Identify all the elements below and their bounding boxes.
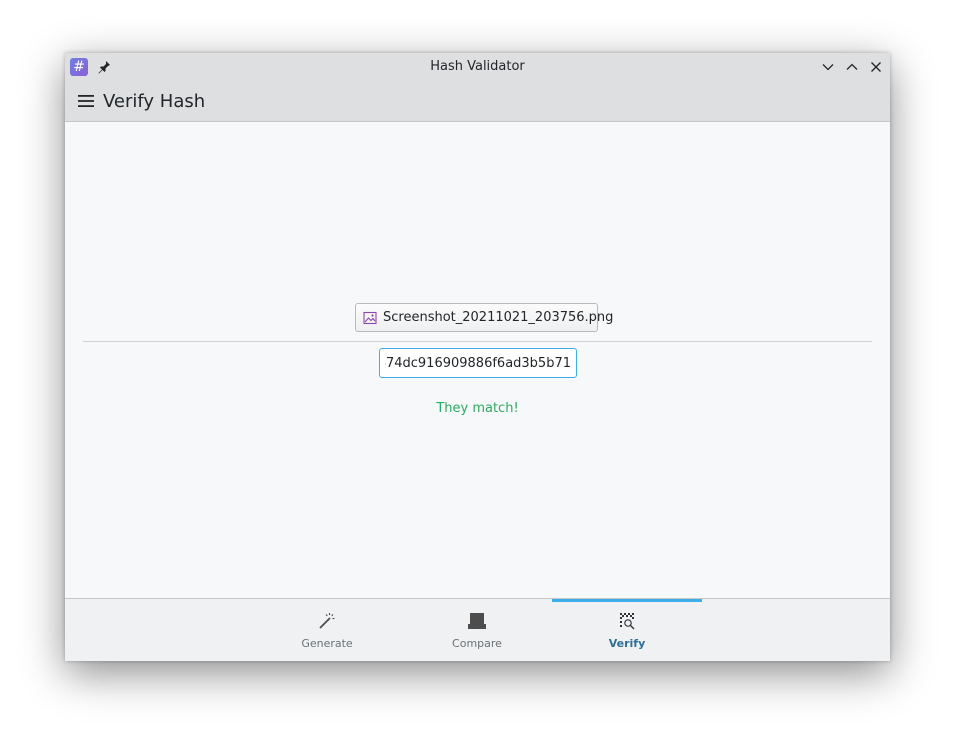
app-hash-icon[interactable]: # (70, 58, 88, 76)
select-file-button[interactable]: Screenshot_20211021_203756.png (355, 303, 613, 332)
tab-verify[interactable]: Verify (552, 599, 702, 661)
divider (83, 341, 872, 342)
maximize-icon[interactable] (844, 59, 860, 75)
match-status-text: They match! (436, 401, 519, 416)
tab-compare[interactable]: Compare (402, 599, 552, 661)
title-bar[interactable]: # Hash Validator (65, 53, 890, 81)
image-file-icon (363, 311, 377, 324)
tab-generate-label: Generate (301, 637, 353, 650)
app-window: # Hash Validator Verify Hash Screenshot_… (65, 53, 890, 661)
pin-icon[interactable] (96, 59, 112, 75)
wand-icon (319, 613, 335, 629)
tab-compare-label: Compare (452, 637, 502, 650)
close-icon[interactable] (868, 59, 884, 75)
verify-icon (620, 613, 635, 630)
page-header: Verify Hash (65, 81, 890, 122)
bottom-tab-bar: Generate Compare Verify (65, 598, 890, 661)
hamburger-menu-icon[interactable] (77, 94, 95, 108)
file-button-label: Screenshot_20211021_203756.png (383, 310, 614, 325)
tab-generate[interactable]: Generate (252, 599, 402, 661)
hash-input[interactable] (379, 348, 577, 378)
window-title: Hash Validator (430, 59, 525, 74)
page-title: Verify Hash (103, 91, 206, 112)
compare-icon (468, 613, 486, 629)
verify-content: Screenshot_20211021_203756.png They matc… (65, 122, 890, 598)
tab-verify-label: Verify (608, 637, 646, 650)
minimize-icon[interactable] (820, 59, 836, 75)
